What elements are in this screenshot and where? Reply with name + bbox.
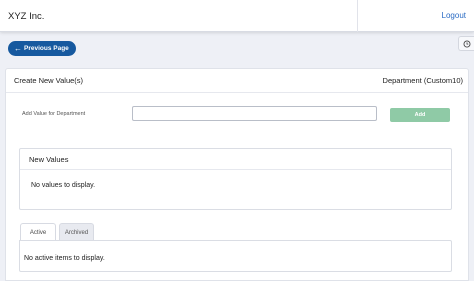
tab-archived[interactable]: Archived (59, 223, 94, 241)
help-tab[interactable] (458, 36, 474, 51)
header-divider (357, 0, 358, 32)
top-bar: XYZ Inc. Logout (0, 0, 474, 32)
status-tabs: Active Archived (20, 223, 94, 241)
previous-page-label: Previous Page (24, 45, 69, 52)
create-values-panel: Create New Value(s) Department (Custom10… (5, 68, 469, 281)
panel-title: Create New Value(s) (14, 76, 84, 85)
arrow-left-icon: ← (14, 43, 22, 53)
new-values-empty-message: No values to display. (31, 182, 96, 189)
value-field-label: Add Value for Department (22, 111, 86, 117)
active-items-empty-message: No active items to display. (24, 255, 105, 262)
company-name: XYZ Inc. (8, 11, 45, 22)
panel-header: Create New Value(s) Department (Custom10… (6, 69, 468, 93)
tab-content-panel: No active items to display. (19, 240, 452, 272)
department-value-input[interactable] (132, 106, 377, 121)
department-label: Department (Custom10) (382, 76, 463, 85)
tab-active[interactable]: Active (20, 223, 56, 241)
new-values-header: New Values (20, 149, 451, 170)
new-values-section: New Values No values to display. (19, 148, 452, 210)
logout-link[interactable]: Logout (442, 11, 466, 20)
previous-page-button[interactable]: ← Previous Page (8, 41, 76, 56)
clock-icon (463, 40, 470, 47)
add-button[interactable]: Add (390, 108, 450, 122)
